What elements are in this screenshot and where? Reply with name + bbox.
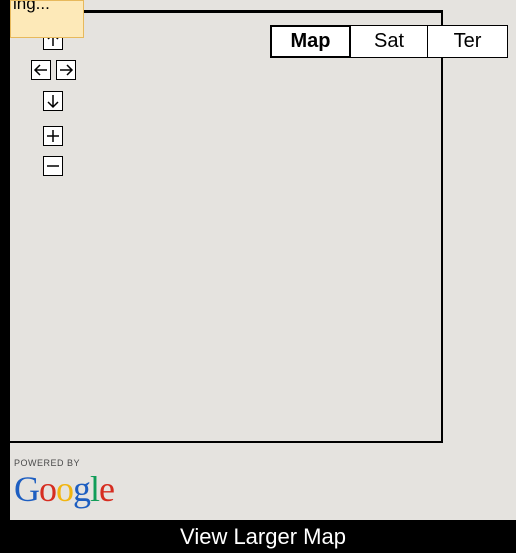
map-type-terrain-label: Ter xyxy=(453,30,482,52)
view-larger-map-link[interactable]: View Larger Map xyxy=(10,520,516,553)
pan-down-button[interactable] xyxy=(43,91,63,111)
arrow-left-icon xyxy=(33,64,47,76)
view-larger-map-label: View Larger Map xyxy=(180,523,346,549)
map-type-terrain[interactable]: Ter xyxy=(427,25,508,58)
plus-icon xyxy=(47,130,59,142)
loading-indicator: ing... xyxy=(10,0,84,38)
pan-right-button[interactable] xyxy=(56,60,76,80)
logo-letter: G xyxy=(14,469,40,509)
google-logo[interactable]: Google xyxy=(14,468,115,510)
logo-letter: o xyxy=(39,469,57,509)
powered-by-text: POWERED BY xyxy=(14,458,81,468)
arrow-down-icon xyxy=(47,95,59,109)
loading-text: ing... xyxy=(13,0,50,13)
logo-letter: l xyxy=(90,469,100,509)
zoom-in-button[interactable] xyxy=(43,126,63,146)
map-type-map[interactable]: Map xyxy=(270,25,351,58)
pan-left-button[interactable] xyxy=(31,60,51,80)
map-type-satellite-label: Sat xyxy=(373,30,405,52)
minus-icon xyxy=(47,165,59,167)
logo-letter: e xyxy=(99,469,115,509)
logo-letter: g xyxy=(73,469,91,509)
logo-letter: o xyxy=(56,469,74,509)
map-type-map-label: Map xyxy=(290,30,331,52)
map-type-satellite[interactable]: Sat xyxy=(350,25,428,58)
zoom-out-button[interactable] xyxy=(43,156,63,176)
arrow-right-icon xyxy=(60,64,74,76)
